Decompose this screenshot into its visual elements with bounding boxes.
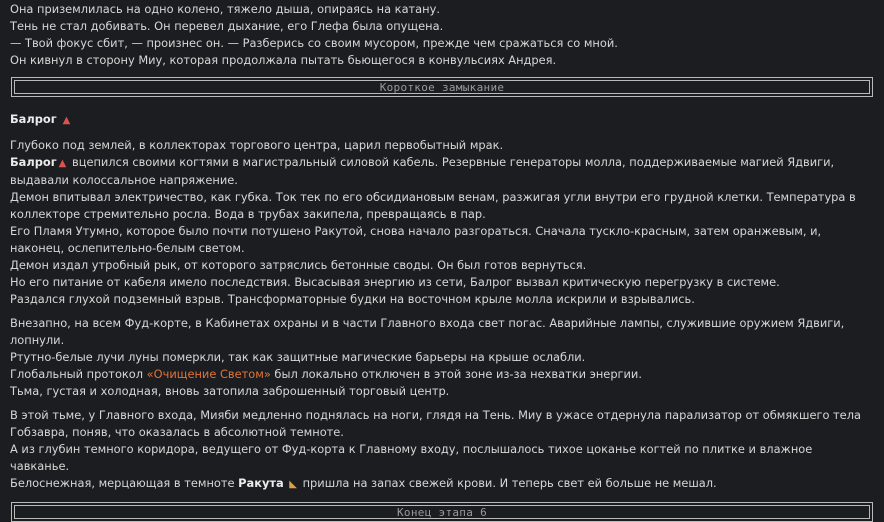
text-line: Она приземлилась на одно колено, тяжело …: [10, 2, 440, 16]
paragraph: Глубоко под землей, в коллекторах торгов…: [10, 138, 504, 152]
fox-icon: ◣: [289, 479, 297, 490]
paragraph: Глобальный протокол «Очищение Светом» бы…: [10, 366, 874, 383]
fire-demon-icon: ▲: [58, 158, 67, 169]
paragraph: Его Пламя Утумно, которое было почти пот…: [10, 224, 822, 255]
paragraph: Ртутно-белые лучи луны померкли, так как…: [10, 350, 586, 364]
paragraph: Демон впитывал электричество, как губка.…: [10, 190, 856, 221]
paragraph: Тьма, густая и холодная, вновь затопила …: [10, 384, 450, 398]
paragraph: Но его питание от кабеля имело последств…: [10, 275, 780, 289]
section-heading-text: Балрог: [10, 112, 57, 126]
text-line: — Твой фокус сбит, — произнес он. — Разб…: [10, 36, 618, 50]
character-name-balrog: Балрог: [10, 155, 57, 169]
protocol-name: «Очищение Светом»: [146, 367, 271, 381]
text-line: Тень не стал добивать. Он перевел дыхани…: [10, 19, 444, 33]
chat-message: Она приземлилась на одно колено, тяжело …: [0, 0, 884, 522]
fire-demon-icon: ▲: [62, 115, 71, 126]
paragraph: Раздался глухой подземный взрыв. Трансфо…: [10, 292, 695, 306]
paragraph: В этой тьме, у Главного входа, Мияби мед…: [10, 408, 861, 439]
paragraph: Внезапно, на всем Фуд-корте, в Кабинетах…: [10, 316, 845, 347]
scene-divider-end-of-stage: Конец этапа 6: [11, 502, 873, 522]
paragraph: Балрог ▲ вцепился своими когтями в магист…: [10, 154, 874, 189]
previous-text-block: Она приземлилась на одно колено, тяжело …: [10, 0, 874, 69]
paragraph-text: Глобальный протокол: [10, 367, 144, 381]
scene-divider-short-circuit: Короткое замыкание: [11, 77, 873, 97]
scene-divider-label: Конец этапа 6: [14, 505, 870, 519]
paragraph: Демон издал утробный рык, от которого за…: [10, 258, 587, 272]
paragraph-text: Белоснежная, мерцающая в темноте: [10, 476, 235, 490]
paragraph: А из глубин темного коридора, ведущего о…: [10, 442, 813, 473]
character-name-rakuta: Ракута: [238, 476, 284, 490]
text-line: Он кивнул в сторону Миу, которая продолж…: [10, 53, 557, 67]
paragraph-text: вцепился своими когтями в магистральный …: [10, 155, 835, 187]
section-heading: Балрог ▲: [10, 111, 874, 129]
section-balrog: Балрог ▲ Глубоко под землей, в коллектор…: [10, 111, 874, 493]
paragraph-text: пришла на запах свежей крови. И теперь с…: [302, 476, 717, 490]
scene-divider-label: Короткое замыкание: [14, 80, 870, 94]
paragraph-text: был локально отключен в этой зоне из-за …: [274, 367, 642, 381]
paragraph: Белоснежная, мерцающая в темноте Ракута …: [10, 475, 874, 493]
